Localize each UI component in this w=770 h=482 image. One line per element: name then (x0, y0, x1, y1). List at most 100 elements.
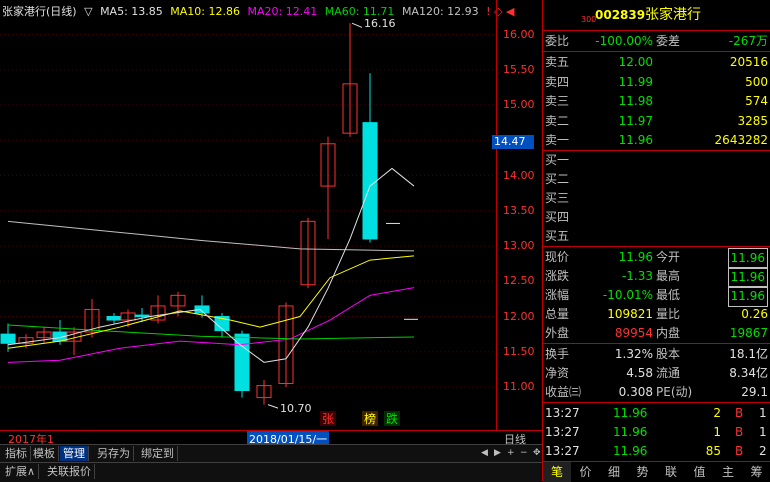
stat2-row: 净资4.58流通8.34亿 (543, 364, 770, 383)
trade-price: 11.96 (613, 423, 647, 442)
stat-row: 外盘89954内盘19867 (543, 324, 770, 343)
ma5-line (8, 168, 414, 362)
bid-row[interactable]: 买二 (543, 170, 770, 189)
extend-tabs: 扩展∧ 关联报价 (0, 462, 542, 482)
legend-ma60: MA60: 11.71 (325, 5, 395, 18)
stat-value2: 11.96 (728, 286, 768, 307)
date-bar: 2017年1 2018/01/15/一 日线 (0, 430, 542, 445)
trade-count: 1 (759, 423, 767, 442)
stat2-row: 收益㈢0.308PE(动)29.1 (543, 383, 770, 402)
price-tick: 12.00 (503, 310, 535, 323)
ask-price: 11.99 (619, 73, 653, 92)
stock-name: 张家港行 (645, 6, 701, 25)
ask-row[interactable]: 卖二11.973285 (543, 112, 770, 131)
marker-label: 榜 (364, 411, 376, 426)
extend-tab-1[interactable]: 关联报价 (44, 464, 95, 479)
indicator-tab-4[interactable]: 绑定到 (138, 446, 178, 461)
trade-volume: 1 (713, 423, 721, 442)
quote-panel: 300 002839 张家港行 委比 -100.00% 委差 -267万 卖五1… (542, 0, 770, 481)
chart-legend: 张家港行(日线) ▽ MA5: 13.85 MA10: 12.86 MA20: … (2, 5, 518, 19)
ma20-line (8, 288, 414, 363)
ask-label: 卖三 (545, 92, 569, 111)
ask-row[interactable]: 卖一11.962643282 (543, 131, 770, 150)
price-tick: 13.50 (503, 204, 535, 217)
low-label: 10.70 (280, 402, 312, 415)
marker-label: 跌 (386, 411, 398, 426)
trade-time: 13:27 (545, 423, 580, 442)
stat-value2: 0.26 (741, 305, 768, 324)
stat-value: -1.33 (622, 267, 653, 286)
trade-price: 11.96 (613, 442, 647, 461)
ask-volume: 3285 (737, 112, 768, 131)
ask-label: 卖五 (545, 53, 569, 72)
indicator-tab-0[interactable]: 指标 (2, 446, 31, 461)
stat-value2: 11.96 (728, 248, 768, 269)
kline-chart[interactable]: 16.16 10.70 张 榜跌 张家港行(日线) ▽ MA5: 13.85 MA10… (0, 0, 542, 445)
stock-sup: 300 (581, 10, 596, 29)
ask-volume: 20516 (730, 53, 768, 72)
stat2-label: 收益㈢ (545, 383, 581, 402)
trade-count: 1 (759, 404, 767, 423)
stock-title: 300 002839 张家港行 (543, 6, 770, 25)
indicator-tab-1[interactable]: 模板 (30, 446, 59, 461)
panel-tabs: 笔价细势联值主筹 (543, 461, 770, 482)
chart-nav-button[interactable]: ◀ (478, 446, 491, 461)
chart-nav-button[interactable]: ▶ (491, 446, 504, 461)
indicator-tab-3[interactable]: 另存为 (94, 446, 134, 461)
ask-volume: 574 (745, 92, 768, 111)
legend-triangle-icon[interactable]: ▽ (84, 5, 92, 18)
bid-label: 买四 (545, 208, 569, 227)
legend-ma20: MA20: 12.41 (248, 5, 318, 18)
extend-tab-0[interactable]: 扩展∧ (2, 464, 39, 479)
stat-row: 总量109821量比0.26 (543, 305, 770, 324)
stat2-value2: 18.1亿 (729, 345, 768, 364)
stat-label2: 最高 (656, 267, 680, 286)
ask-row[interactable]: 卖三11.98574 (543, 92, 770, 111)
ask-price: 12.00 (619, 53, 653, 72)
stat2-label: 净资 (545, 364, 569, 383)
stat2-row: 换手1.32%股本18.1亿 (543, 345, 770, 364)
bid-row[interactable]: 买一 (543, 151, 770, 170)
bid-label: 买五 (545, 227, 569, 246)
low-arrow (268, 405, 278, 409)
high-label: 16.16 (364, 17, 396, 30)
stat2-value: 1.32% (615, 345, 653, 364)
panel-tab-6[interactable]: 主 (714, 462, 742, 482)
panel-tab-2[interactable]: 细 (600, 462, 628, 482)
panel-tab-3[interactable]: 势 (629, 462, 657, 482)
ask-volume: 500 (745, 73, 768, 92)
bid-row[interactable]: 买五 (543, 227, 770, 246)
panel-tab-1[interactable]: 价 (572, 462, 600, 482)
stat-value2: 19867 (730, 324, 768, 343)
candle-body (107, 317, 121, 321)
stat-label: 涨跌 (545, 267, 569, 286)
panel-tab-7[interactable]: 筹 (743, 462, 770, 482)
stat-value: -10.01% (603, 286, 653, 305)
bid-row[interactable]: 买三 (543, 189, 770, 208)
trade-volume: 2 (713, 404, 721, 423)
bid-row[interactable]: 买四 (543, 208, 770, 227)
ask-row[interactable]: 卖五 12.00 20516 (543, 53, 770, 72)
stat2-label2: 股本 (656, 345, 680, 364)
stat2-value2: 29.1 (741, 383, 768, 402)
indicator-tab-2[interactable]: 管理 (60, 446, 89, 461)
trade-volume: 85 (706, 442, 721, 461)
panel-tab-0[interactable]: 笔 (543, 462, 571, 482)
trade-time: 13:27 (545, 404, 580, 423)
stat2-label2: 流通 (656, 364, 680, 383)
indicator-tabs: 指标模板管理另存为绑定到◀▶+−✥ (0, 444, 542, 463)
stat2-label2: PE(动) (656, 383, 692, 402)
high-arrow (352, 23, 362, 27)
panel-tab-5[interactable]: 值 (686, 462, 714, 482)
ask-label: 卖一 (545, 131, 569, 150)
ask-price: 11.96 (619, 131, 653, 150)
price-axis: 16.0015.5015.0014.5014.0013.5013.0012.50… (496, 0, 543, 430)
kline-canvas[interactable]: 16.16 10.70 张 榜跌 (0, 0, 496, 430)
chart-nav-button[interactable]: + (504, 446, 518, 461)
marker-label: 张 (322, 412, 334, 426)
stat-value: 11.96 (619, 248, 653, 267)
chart-nav-button[interactable]: − (517, 446, 531, 461)
ask-label: 卖四 (545, 73, 569, 92)
panel-tab-4[interactable]: 联 (657, 462, 685, 482)
ask-row[interactable]: 卖四 11.99 500 (543, 73, 770, 92)
